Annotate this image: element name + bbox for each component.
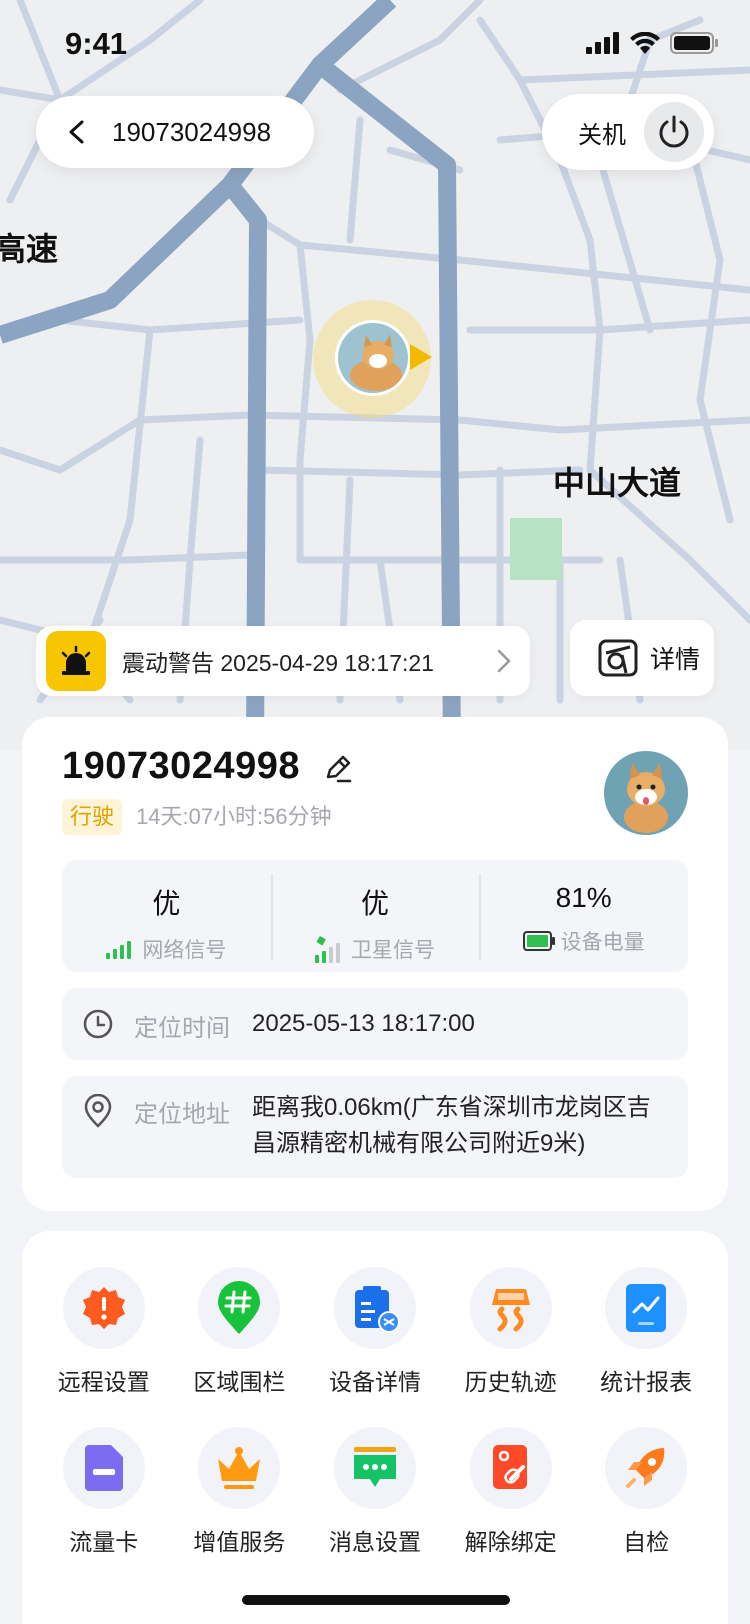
stat-value: 81% (555, 882, 612, 913)
menu-item-device-detail[interactable]: 设备详情 (307, 1267, 443, 1397)
vibration-alert-banner[interactable]: 震动警告 2025-04-29 18:17:21 (36, 626, 530, 696)
location-address-row: 定位地址 距离我0.06km(广东省深圳市龙岗区吉昌源精密机械有限公司附近9米) (62, 1076, 688, 1178)
status-bar: 9:41 (0, 0, 750, 90)
power-off-control[interactable]: 关机 (542, 94, 714, 170)
satellite-signal-icon (315, 936, 340, 963)
menu-item-unbind[interactable]: 解除绑定 (443, 1427, 579, 1557)
menu-item-label: 区域围栏 (193, 1369, 286, 1395)
clock-icon (83, 1009, 113, 1039)
location-address-label: 定位地址 (134, 1101, 230, 1128)
history-track-icon (469, 1267, 552, 1349)
menu-item-statistics[interactable]: 统计报表 (578, 1267, 714, 1397)
menu-item-label: 自检 (623, 1529, 670, 1555)
crown-icon (198, 1427, 281, 1509)
menu-item-remote-settings[interactable]: 远程设置 (36, 1267, 172, 1397)
battery-status-icon (670, 32, 718, 54)
home-indicator[interactable] (242, 1595, 510, 1605)
stat-label: 设备电量 (560, 931, 645, 954)
menu-item-label: 解除绑定 (464, 1529, 557, 1555)
menu-item-value-added[interactable]: 增值服务 (172, 1427, 308, 1557)
device-name: 19073024998 (62, 745, 300, 787)
menu-item-label: 增值服务 (193, 1529, 286, 1555)
map-label-road: 中山大道 (553, 464, 682, 502)
detail-button[interactable]: 详情 (570, 620, 714, 696)
chevron-right-icon (497, 649, 511, 673)
stat-satellite: 优 卫星信号 (270, 860, 480, 972)
device-detail-icon (333, 1267, 416, 1349)
statistics-icon (605, 1267, 688, 1349)
stat-label: 卫星信号 (351, 939, 435, 962)
cellular-signal-icon (586, 32, 619, 54)
battery-icon (522, 931, 555, 951)
alert-text: 震动警告 2025-04-29 18:17:21 (122, 650, 434, 676)
geofence-icon (198, 1267, 281, 1349)
alarm-light-icon (46, 631, 106, 691)
power-off-label: 关机 (578, 121, 626, 149)
menu-item-label: 流量卡 (69, 1529, 139, 1555)
menu-item-label: 远程设置 (57, 1369, 150, 1395)
menu-item-self-check[interactable]: 自检 (578, 1427, 714, 1557)
function-menu-card: 远程设置 区域围栏 设备详情 历史轨迹 统计报表 流量卡 增值服务 消息设置 解… (22, 1231, 728, 1624)
power-icon (659, 115, 689, 148)
data-card-icon (62, 1427, 145, 1509)
detail-label: 详情 (650, 646, 701, 674)
message-icon (333, 1427, 416, 1509)
stat-value: 优 (152, 888, 181, 919)
stat-label: 网络信号 (142, 939, 227, 962)
menu-item-geofence[interactable]: 区域围栏 (172, 1267, 308, 1397)
device-stats: 优 网络信号 优 卫星信号 81% 设备电量 (62, 860, 688, 972)
menu-item-label: 统计报表 (600, 1369, 693, 1395)
header-device-id: 19073024998 (112, 116, 272, 147)
location-pin-icon (84, 1094, 112, 1128)
device-info-card: 19073024998 行驶 14天:07小时:56分钟 优 网络信号 优 卫星… (22, 717, 728, 1211)
menu-item-label: 历史轨迹 (464, 1369, 557, 1395)
edit-icon[interactable] (322, 753, 354, 785)
status-time: 9:41 (65, 26, 128, 61)
location-time-value: 2025-05-13 18:17:00 (252, 1010, 475, 1037)
back-chevron-icon[interactable] (64, 119, 90, 145)
marker-pet-avatar (335, 320, 411, 396)
status-icons (586, 32, 718, 54)
location-time-row: 定位时间 2025-05-13 18:17:00 (62, 988, 688, 1060)
remote-settings-icon (62, 1267, 145, 1349)
location-address-value: 距离我0.06km(广东省深圳市龙岗区吉昌源精密机械有限公司附近9米) (252, 1094, 651, 1157)
stat-battery: 81% 设备电量 (479, 860, 688, 972)
menu-item-message-settings[interactable]: 消息设置 (307, 1427, 443, 1557)
map-label-highway: 高速 (0, 230, 59, 268)
device-location-marker[interactable] (313, 300, 432, 418)
function-grid: 远程设置 区域围栏 设备详情 历史轨迹 统计报表 流量卡 增值服务 消息设置 解… (36, 1267, 714, 1557)
pet-avatar[interactable] (604, 751, 688, 835)
wifi-icon (630, 32, 660, 54)
power-button[interactable] (644, 102, 704, 162)
stat-network: 优 网络信号 (62, 860, 271, 972)
rocket-icon (605, 1427, 688, 1509)
detail-icon (598, 639, 638, 677)
location-time-label: 定位时间 (134, 1015, 230, 1042)
status-duration: 14天:07小时:56分钟 (136, 804, 332, 829)
stat-value: 优 (361, 888, 390, 919)
menu-item-history-track[interactable]: 历史轨迹 (443, 1267, 579, 1397)
unbind-icon (469, 1427, 552, 1509)
menu-item-label: 消息设置 (328, 1529, 421, 1555)
back-header[interactable]: 19073024998 (36, 96, 314, 168)
status-badge: 行驶 (62, 799, 123, 835)
heading-arrow-icon (410, 344, 432, 370)
menu-item-data-card[interactable]: 流量卡 (36, 1427, 172, 1557)
menu-item-label: 设备详情 (328, 1369, 421, 1395)
network-signal-icon (106, 941, 132, 959)
